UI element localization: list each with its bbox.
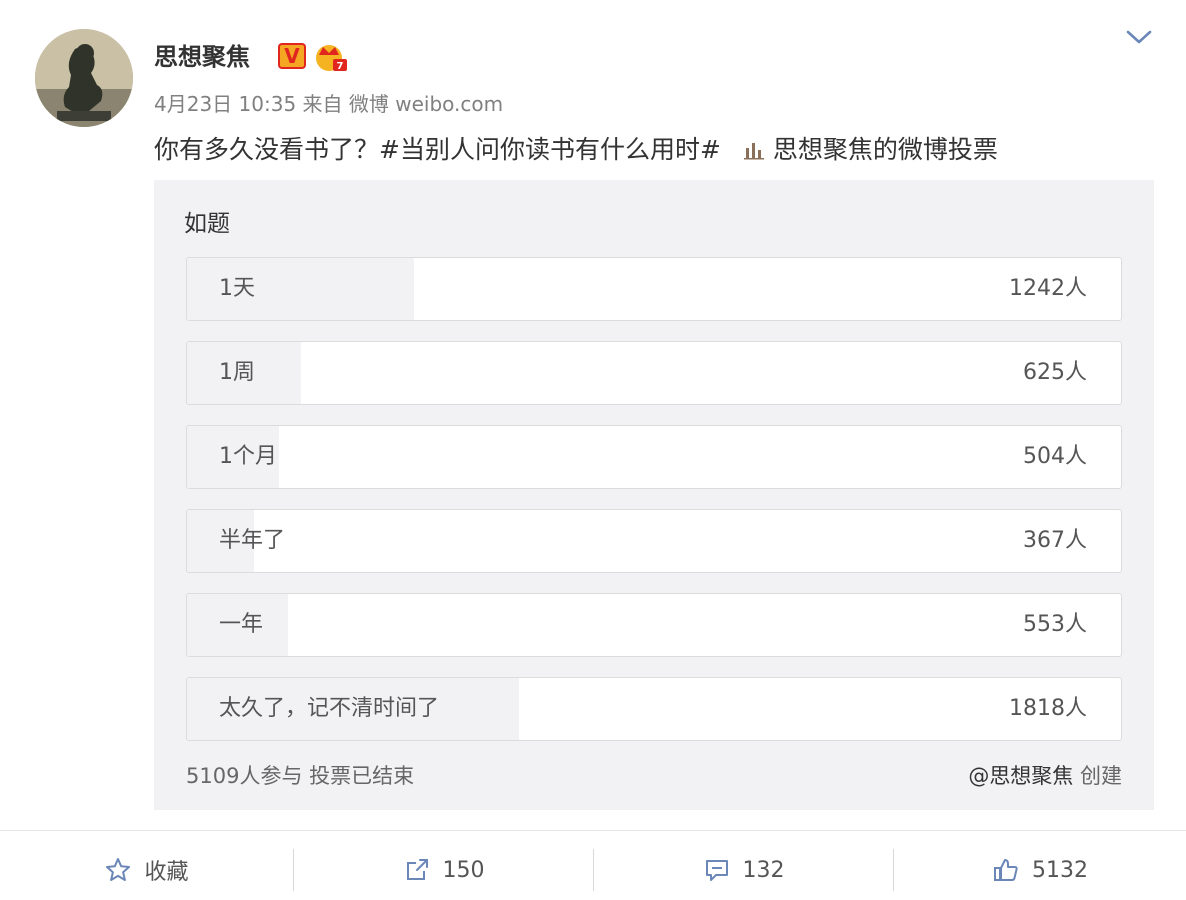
comment-icon [705, 860, 728, 881]
comment-button[interactable]: 132 [594, 840, 893, 900]
vote-option-half-year[interactable]: 半年了 367人 [186, 509, 1122, 573]
vote-option-count: 1242人 [1009, 276, 1087, 301]
vote-summary: 5109人参与 投票已结束 [186, 764, 415, 788]
repost-icon [406, 859, 428, 880]
vote-creator: @思想聚焦 创建 [968, 760, 1122, 790]
vote-option-count: 625人 [1023, 360, 1087, 385]
vote-link[interactable]: 思想聚焦的微博投票 [743, 135, 998, 164]
vip-crown-icon: 7 [316, 45, 347, 72]
chevron-down-icon[interactable] [1124, 26, 1154, 48]
vote-option-count: 367人 [1023, 528, 1087, 553]
timestamp[interactable]: 4月23日 10:35 [154, 92, 296, 116]
vote-option-1-day[interactable]: 1天 1242人 [186, 257, 1122, 321]
post-meta: 4月23日 10:35 来自 微博 weibo.com [154, 88, 503, 117]
vote-option-1-week[interactable]: 1周 625人 [186, 341, 1122, 405]
divider [0, 830, 1186, 831]
vote-link-label: 思想聚焦的微博投票 [772, 135, 998, 164]
vote-option-label: 半年了 [219, 528, 286, 553]
repost-count: 150 [442, 857, 485, 883]
thinker-statue-image [35, 29, 133, 127]
thumbs-up-icon [994, 859, 1018, 881]
favorite-label: 收藏 [144, 860, 189, 885]
vote-option-label: 太久了，记不清时间了 [219, 696, 440, 721]
vote-card: 如题 1天 1242人 1周 625人 1个月 504人 半年了 367人 一年… [154, 180, 1154, 810]
like-count: 5132 [1032, 857, 1088, 883]
bar-chart-icon [743, 143, 764, 160]
verified-badge-icon: V [278, 43, 306, 69]
post-text: 你有多久没看书了？#当别人问你读书有什么用时# 思想聚焦的微博投票 [154, 130, 998, 166]
comment-count: 132 [742, 857, 785, 883]
vote-option-count: 504人 [1023, 444, 1087, 469]
action-bar: 收藏 150 132 5132 [0, 840, 1186, 900]
creator-suffix: 创建 [1080, 764, 1122, 788]
like-button[interactable]: 5132 [894, 840, 1186, 900]
vote-option-one-year[interactable]: 一年 553人 [186, 593, 1122, 657]
svg-text:7: 7 [337, 61, 344, 72]
source-prefix: 来自 [302, 92, 343, 116]
username[interactable]: 思想聚焦 [154, 37, 250, 72]
post-body: 你有多久没看书了？ [154, 135, 380, 164]
vote-option-label: 1个月 [219, 444, 277, 469]
creator-link[interactable]: @思想聚焦 [968, 764, 1073, 788]
star-icon [106, 858, 131, 881]
avatar[interactable] [35, 29, 133, 127]
vote-option-label: 1周 [219, 360, 255, 385]
vote-option-label: 1天 [219, 276, 255, 301]
vote-option-too-long[interactable]: 太久了，记不清时间了 1818人 [186, 677, 1122, 741]
favorite-button[interactable]: 收藏 [0, 840, 293, 900]
topic-link[interactable]: #当别人问你读书有什么用时# [379, 135, 721, 164]
vote-option-1-month[interactable]: 1个月 504人 [186, 425, 1122, 489]
vote-option-count: 553人 [1023, 612, 1087, 637]
repost-button[interactable]: 150 [294, 840, 593, 900]
source-link[interactable]: 微博 weibo.com [349, 92, 503, 116]
vote-option-label: 一年 [219, 612, 264, 637]
vote-title: 如题 [184, 211, 230, 237]
vote-option-count: 1818人 [1009, 696, 1087, 721]
